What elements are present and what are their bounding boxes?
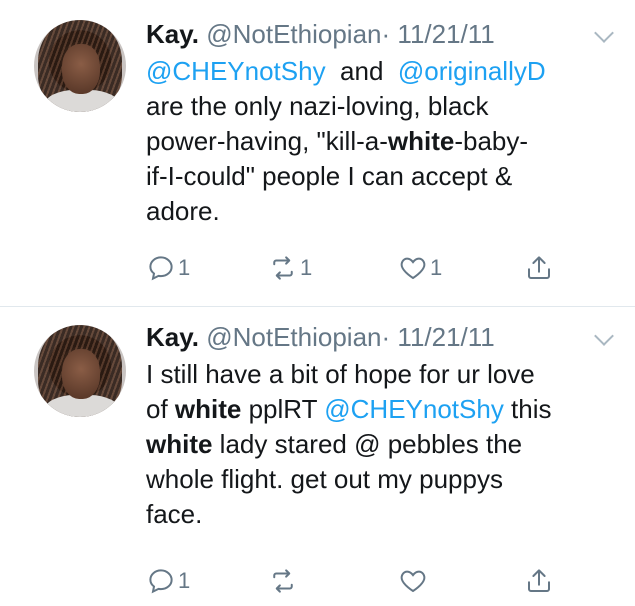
heart-icon [400,570,426,593]
avatar[interactable] [34,325,126,417]
reply-icon [149,569,173,594]
tweet-text: I still have a bit of hope for ur love o… [146,357,606,532]
highlighted-word: white [387,126,455,156]
tweet[interactable]: Kay. @NotEthiopian· 11/21/11 @CHEYnotShy… [0,0,635,306]
highlighted-word: white [146,429,213,459]
heart-icon [400,257,426,280]
mention-link[interactable]: @CHEYnotShy [324,394,504,424]
chevron-down-icon[interactable] [594,326,614,346]
handle[interactable]: @NotEthiopian [206,19,381,49]
retweet-button[interactable] [268,565,300,597]
mention-link[interactable]: @CHEYnotShy [146,56,326,86]
tweet[interactable]: Kay. @NotEthiopian· 11/21/11 I still hav… [0,306,635,606]
separator: · [381,322,391,352]
display-name[interactable]: Kay. [146,19,199,49]
separator: · [381,19,391,49]
reply-count: 1 [178,568,191,593]
retweet-count: 1 [300,255,313,280]
retweet-icon [273,256,293,280]
timestamp[interactable]: 11/21/11 [397,19,494,49]
like-button[interactable] [398,565,430,597]
tweet-feed: Kay. @NotEthiopian· 11/21/11 @CHEYnotShy… [0,0,635,606]
share-icon [528,569,550,592]
reply-icon [149,256,173,281]
tweet-text-segment: this [511,394,552,424]
tweet-header: Kay. @NotEthiopian· 11/21/11 [146,18,495,50]
timestamp[interactable]: 11/21/11 [397,322,494,352]
tweet-actions: 1 1 1 [146,252,586,284]
tweet-text-segment: pplRT [241,394,325,424]
retweet-button[interactable]: 1 [268,252,312,284]
reply-button[interactable]: 1 [146,565,190,597]
mention-link[interactable]: @originallyD [398,56,546,86]
share-button[interactable] [524,565,554,597]
share-icon [528,256,550,279]
like-count: 1 [430,255,443,280]
chevron-down-icon[interactable] [594,23,614,43]
highlighted-word: white [174,394,242,424]
share-button[interactable] [524,252,554,284]
tweet-header: Kay. @NotEthiopian· 11/21/11 [146,321,495,353]
tweet-text-segment: and [325,56,398,86]
tweet-actions: 1 [146,565,586,597]
tweet-text: @CHEYnotShy and @originallyD are the onl… [146,54,606,229]
like-button[interactable]: 1 [398,252,442,284]
retweet-icon [273,569,293,593]
avatar[interactable] [34,20,126,112]
handle[interactable]: @NotEthiopian [206,322,381,352]
reply-button[interactable]: 1 [146,252,190,284]
display-name[interactable]: Kay. [146,322,199,352]
reply-count: 1 [178,255,191,280]
